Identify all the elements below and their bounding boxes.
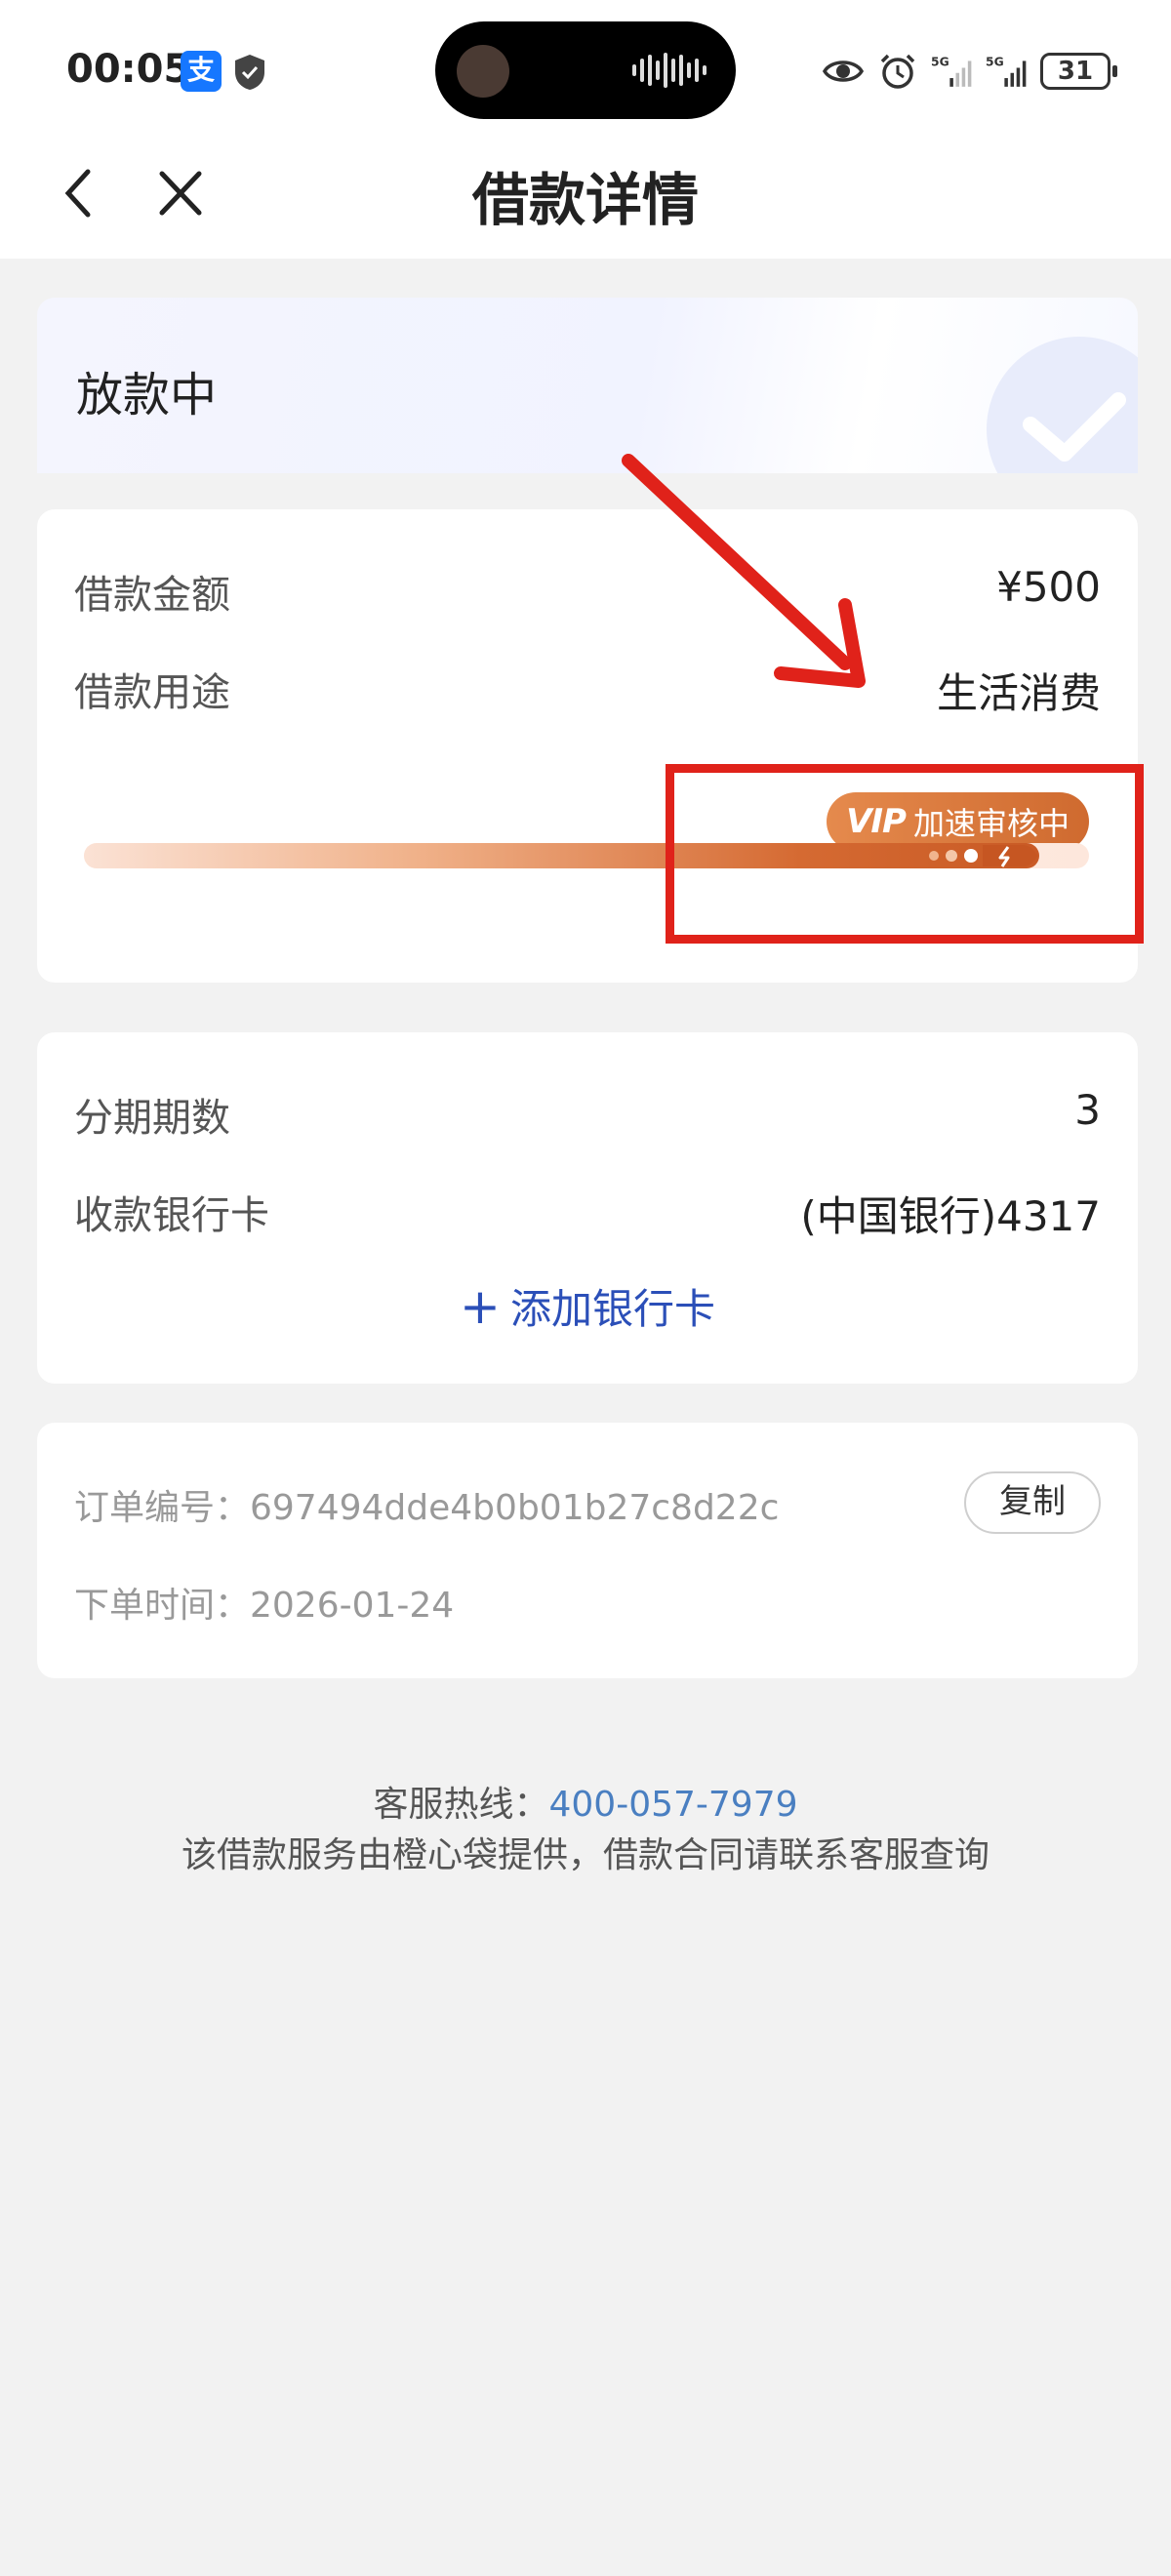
amount-label: 借款金额: [74, 573, 230, 618]
music-avatar-icon: [457, 45, 509, 98]
status-bar: 00:05 支 5G 5G 31: [0, 0, 1171, 137]
annotation-arrow-icon: [622, 454, 866, 688]
bank-card-value[interactable]: (中国银行)4317: [800, 1184, 1101, 1243]
order-info-card: 订单编号：697494dde4b0b01b27c8d22c 复制 下单时间：20…: [37, 1423, 1138, 1678]
order-number: 订单编号：697494dde4b0b01b27c8d22c: [74, 1488, 780, 1528]
copy-button[interactable]: 复制: [964, 1471, 1101, 1534]
alipay-icon: 支: [181, 51, 222, 92]
nav-bar: 借款详情: [0, 137, 1171, 259]
signal-5g-icon: 5G: [931, 56, 972, 87]
service-notice: 该借款服务由橙心袋提供，借款合同请联系客服查询: [181, 1835, 989, 1875]
clock: 00:05: [66, 47, 191, 92]
loan-status-text: 放款中: [76, 368, 218, 423]
signal-5g-icon-2: 5G: [986, 56, 1027, 87]
plus-icon: +: [460, 1278, 501, 1335]
loan-status-card: 放款中: [37, 298, 1138, 473]
periods-value: 3: [1074, 1086, 1101, 1134]
add-bank-card-label: 添加银行卡: [509, 1285, 715, 1333]
check-circle-icon: [987, 337, 1138, 473]
hotline-number-link[interactable]: 400-057-7979: [548, 1785, 797, 1825]
eye-icon: [822, 60, 865, 82]
hotline-line: 客服热线：400-057-7979: [0, 1776, 1171, 1827]
signal-5g-label-2: 5G: [986, 56, 1004, 69]
shield-icon: [235, 55, 264, 90]
annotation-highlight-box: [666, 764, 1144, 944]
battery-indicator: 31: [1040, 53, 1117, 90]
amount-value: ¥500: [996, 563, 1101, 611]
alarm-icon: [880, 54, 915, 89]
purpose-value: 生活消费: [936, 669, 1101, 717]
periods-label: 分期期数: [74, 1096, 230, 1141]
installment-card: 分期期数 3 收款银行卡 (中国银行)4317 + 添加银行卡: [37, 1032, 1138, 1384]
bank-card-label: 收款银行卡: [74, 1193, 269, 1238]
add-bank-card-button[interactable]: + 添加银行卡: [37, 1276, 1138, 1336]
order-time: 下单时间：2026-01-24: [74, 1586, 455, 1626]
page-title: 借款详情: [471, 167, 699, 233]
purpose-label: 借款用途: [74, 670, 230, 715]
dynamic-island: [435, 21, 736, 119]
signal-5g-label-1: 5G: [931, 56, 949, 69]
hotline-label: 客服热线：: [373, 1785, 549, 1825]
status-icons: 5G 5G 31: [822, 47, 1117, 96]
audio-wave-icon: [632, 53, 707, 88]
